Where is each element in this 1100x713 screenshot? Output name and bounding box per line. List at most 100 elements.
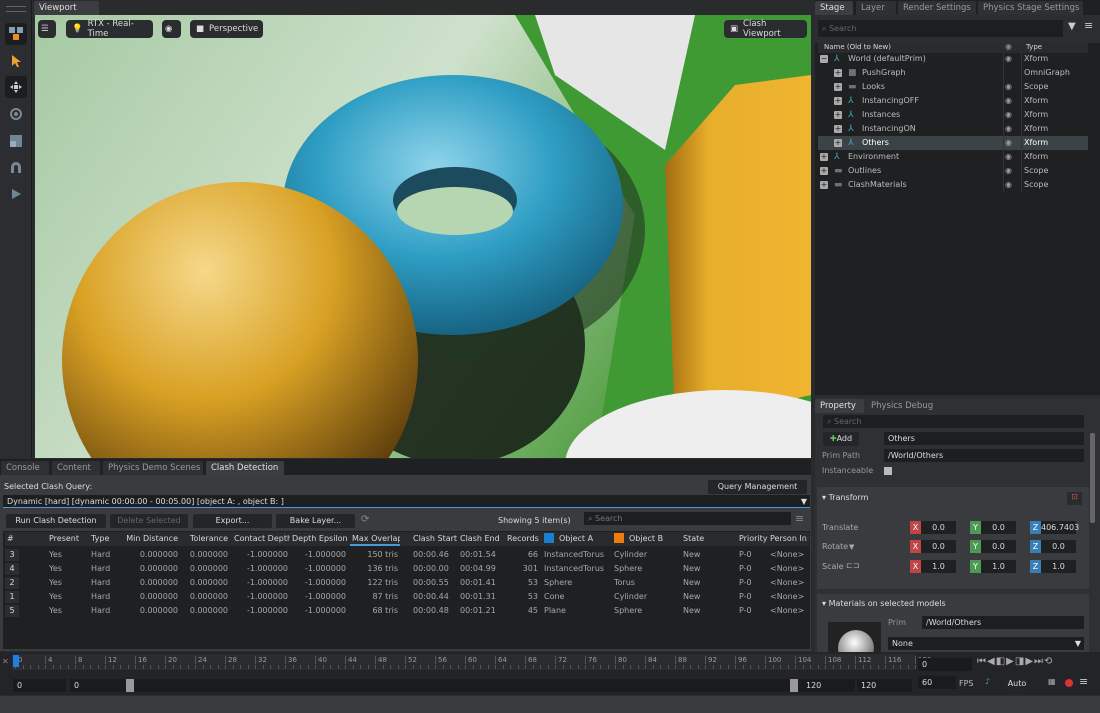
- tab-render-settings[interactable]: Render Settings: [898, 1, 976, 15]
- step-next-icon[interactable]: ▶: [1025, 656, 1034, 667]
- expand-icon[interactable]: +: [834, 69, 842, 77]
- range-slider[interactable]: 0 120: [70, 679, 855, 692]
- step-forward-icon[interactable]: ◨: [1015, 656, 1025, 667]
- start-frame-field[interactable]: 0: [13, 679, 66, 692]
- run-clash-detection-button[interactable]: Run Clash Detection: [6, 514, 106, 528]
- play-reverse-icon[interactable]: ◧: [996, 656, 1006, 667]
- delete-selected-button[interactable]: Delete Selected: [110, 514, 188, 528]
- scale-x-field[interactable]: 1.0: [921, 560, 956, 573]
- table-row[interactable]: 5 Yes Hard 0.000000 0.000000 -1.000000 -1.0000…: [5, 604, 809, 618]
- expand-icon[interactable]: +: [834, 111, 842, 119]
- drag-handle-icon[interactable]: [6, 6, 26, 12]
- filter-icon[interactable]: ▼: [1068, 21, 1076, 32]
- viewport-settings-button[interactable]: ☰: [38, 20, 56, 38]
- add-button[interactable]: ✚Add: [823, 432, 859, 446]
- step-back-icon[interactable]: ◀: [987, 656, 996, 667]
- tab-clash-detection[interactable]: Clash Detection: [206, 461, 284, 475]
- header-depth-epsilon[interactable]: Depth Epsilon: [290, 532, 348, 546]
- prim-path-field[interactable]: /World/Others: [884, 449, 1084, 462]
- snap-magnet-icon[interactable]: [5, 156, 27, 178]
- tab-stage[interactable]: Stage: [815, 1, 853, 15]
- rotate-x-field[interactable]: 0.0: [921, 540, 956, 553]
- fps-select[interactable]: 60: [918, 676, 956, 689]
- stage-item-environment[interactable]: + ⅄ Environment ◉ Xform: [818, 150, 1088, 164]
- tab-physics-debug[interactable]: Physics Debug: [866, 399, 941, 413]
- expand-icon[interactable]: +: [820, 153, 828, 161]
- scale-z-field[interactable]: 1.0: [1041, 560, 1076, 573]
- col-visibility-icon[interactable]: ◉: [1005, 42, 1012, 51]
- collapse-icon[interactable]: −: [820, 55, 828, 63]
- play-icon[interactable]: ▶: [1006, 656, 1015, 667]
- translate-x-field[interactable]: 0.0: [921, 521, 956, 534]
- stage-item-instances[interactable]: + ⅄ Instances ◉ Xform: [818, 108, 1088, 122]
- transform-gizmo-icon[interactable]: ⊡: [1067, 492, 1082, 505]
- instanceable-checkbox[interactable]: [884, 467, 892, 475]
- stage-search-input[interactable]: ⌕ Search: [818, 20, 1063, 37]
- col-type-header[interactable]: Type: [1026, 43, 1042, 51]
- header-present[interactable]: Present: [47, 532, 88, 546]
- visibility-button[interactable]: ◉: [162, 20, 181, 38]
- range-start-handle[interactable]: [126, 679, 134, 692]
- header-type[interactable]: Type: [89, 532, 121, 546]
- scale-link-icon[interactable]: ⊏⊐: [846, 561, 859, 570]
- menu-icon[interactable]: ≡: [795, 512, 804, 525]
- visibility-eye-icon[interactable]: ◉: [1005, 178, 1012, 192]
- stage-item-pushgraph[interactable]: + ■ PushGraph OmniGraph: [818, 66, 1088, 80]
- range-end-handle[interactable]: [790, 679, 798, 692]
- visibility-eye-icon[interactable]: ◉: [1005, 164, 1012, 178]
- skip-end-icon[interactable]: ⏭: [1034, 656, 1044, 667]
- material-prim-field[interactable]: /World/Others: [922, 616, 1084, 629]
- header-contact-depth[interactable]: Contact Depth: [232, 532, 290, 546]
- playhead[interactable]: [13, 655, 19, 667]
- stage-item-clashmaterials[interactable]: + ▬ ClashMaterials ◉ Scope: [818, 178, 1088, 192]
- timeline-menu-icon[interactable]: ≡: [1079, 675, 1088, 688]
- clash-search-input[interactable]: ⌕ Search: [584, 512, 791, 525]
- visibility-eye-icon[interactable]: ◉: [1005, 122, 1012, 136]
- expand-icon[interactable]: +: [820, 181, 828, 189]
- material-select[interactable]: None ▼: [888, 637, 1084, 650]
- expand-icon[interactable]: +: [834, 125, 842, 133]
- clash-query-select[interactable]: Dynamic [hard] [dynamic 00:00.00 - 00:05…: [3, 495, 810, 508]
- transform-header[interactable]: ▾ Transform: [822, 493, 868, 502]
- timeline-close-icon[interactable]: ✕: [2, 657, 9, 666]
- refresh-icon[interactable]: ⟳: [361, 514, 369, 525]
- expand-icon[interactable]: +: [834, 83, 842, 91]
- viewport[interactable]: ☰ 💡 RTX - Real-Time ◉ ■ Perspective ▣ Clash…: [35, 15, 811, 458]
- record-icon[interactable]: [1065, 679, 1073, 687]
- table-row[interactable]: 3 Yes Hard 0.000000 0.000000 -1.000000 -1.0000…: [5, 548, 809, 562]
- current-frame-field[interactable]: 0: [918, 658, 972, 671]
- stage-item-instancingon[interactable]: + ⅄ InstancingON ◉ Xform: [818, 122, 1088, 136]
- visibility-eye-icon[interactable]: ◉: [1005, 150, 1012, 164]
- table-row[interactable]: 4 Yes Hard 0.000000 0.000000 -1.000000 -1.0000…: [5, 562, 809, 576]
- tab-console[interactable]: Console: [1, 461, 49, 475]
- header-max-overlaps[interactable]: Max Overlaps: [350, 532, 400, 546]
- tab-physics-stage-settings[interactable]: Physics Stage Settings: [978, 1, 1083, 15]
- expand-icon[interactable]: +: [834, 139, 842, 147]
- translate-z-field[interactable]: 406.7403: [1041, 521, 1079, 534]
- bake-layer-button[interactable]: Bake Layer...: [276, 514, 355, 528]
- visibility-eye-icon[interactable]: ◉: [1005, 108, 1012, 122]
- play-icon[interactable]: [5, 183, 27, 205]
- stage-item-world[interactable]: − ⅄ World (defaultPrim) ◉ Xform: [818, 52, 1088, 66]
- header-object-a[interactable]: Object A: [542, 532, 610, 546]
- tab-layer[interactable]: Layer: [856, 1, 896, 15]
- stage-item-looks[interactable]: + ▬ Looks ◉ Scope: [818, 80, 1088, 94]
- translate-y-field[interactable]: 0.0: [981, 521, 1016, 534]
- header-min-distance[interactable]: Min Distance: [123, 532, 180, 546]
- header-clash-start[interactable]: Clash Start: [411, 532, 458, 546]
- col-name-header[interactable]: Name (Old to New): [824, 43, 891, 51]
- select-mode-icon[interactable]: [5, 23, 27, 45]
- render-mode-button[interactable]: 💡 RTX - Real-Time: [66, 19, 153, 39]
- header-person-in-charge[interactable]: Person In Charge: [768, 532, 810, 546]
- query-management-button[interactable]: Query Management: [708, 480, 807, 494]
- rotate-order-dropdown-icon[interactable]: ▼: [849, 543, 854, 551]
- header-priority[interactable]: Priority: [737, 532, 768, 546]
- prim-name-field[interactable]: Others: [884, 432, 1084, 445]
- header-state[interactable]: State: [681, 532, 737, 546]
- visibility-eye-icon[interactable]: ◉: [1005, 136, 1012, 150]
- materials-header[interactable]: ▾ Materials on selected models: [822, 599, 946, 608]
- header-object-b[interactable]: Object B: [612, 532, 680, 546]
- stage-item-outlines[interactable]: + ▬ Outlines ◉ Scope: [818, 164, 1088, 178]
- scale-y-field[interactable]: 1.0: [981, 560, 1016, 573]
- property-scrollbar[interactable]: [1090, 433, 1095, 523]
